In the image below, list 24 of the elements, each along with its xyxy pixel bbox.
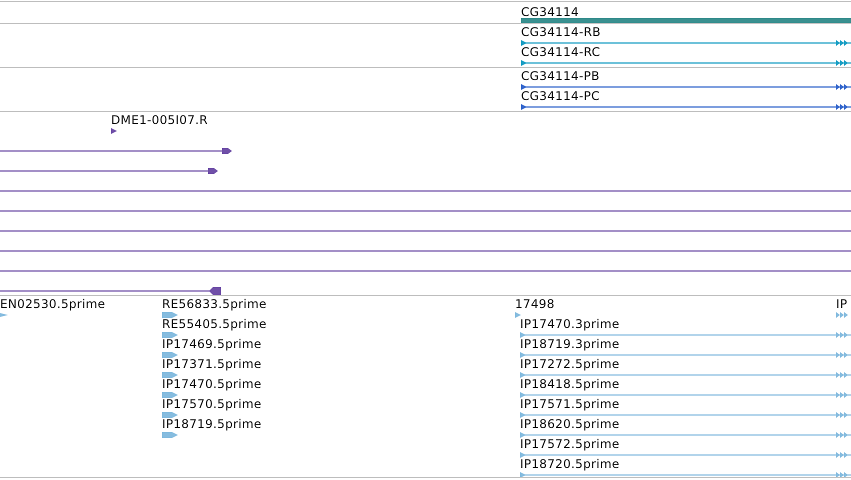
- feature-label: IP17470.3prime: [520, 317, 620, 331]
- feature-label: 17498: [515, 297, 555, 311]
- feature-label: CG34114-PC: [521, 89, 600, 103]
- feature-label: IP18720.5prime: [520, 457, 620, 471]
- feature-label: CG34114-RB: [521, 25, 601, 39]
- feature-label: IP17570.5prime: [162, 397, 262, 411]
- feature-label: IP17371.5prime: [162, 357, 262, 371]
- feature-label: IP17572.5prime: [520, 437, 620, 451]
- feature-label: CG34114-RC: [521, 45, 600, 59]
- feature-label: IP18719.5prime: [162, 417, 262, 431]
- feature-label: CG34114-PB: [521, 69, 600, 83]
- feature-label: IP17469.5prime: [162, 337, 262, 351]
- feature-label: CG34114: [521, 5, 579, 19]
- feature-label: IP17272.5prime: [520, 357, 620, 371]
- feature-label: IP: [836, 297, 848, 311]
- feature-label: RE55405.5prime: [162, 317, 267, 331]
- feature-label: IP18719.3prime: [520, 337, 620, 351]
- feature-label: IP18418.5prime: [520, 377, 620, 391]
- feature-label: IP18620.5prime: [520, 417, 620, 431]
- feature-label: IP17470.5prime: [162, 377, 262, 391]
- feature-label: RE56833.5prime: [162, 297, 267, 311]
- feature-label: DME1-005I07.R: [111, 113, 208, 127]
- feature-label: IP17571.5prime: [520, 397, 620, 411]
- feature-label: EN02530.5prime: [0, 297, 106, 311]
